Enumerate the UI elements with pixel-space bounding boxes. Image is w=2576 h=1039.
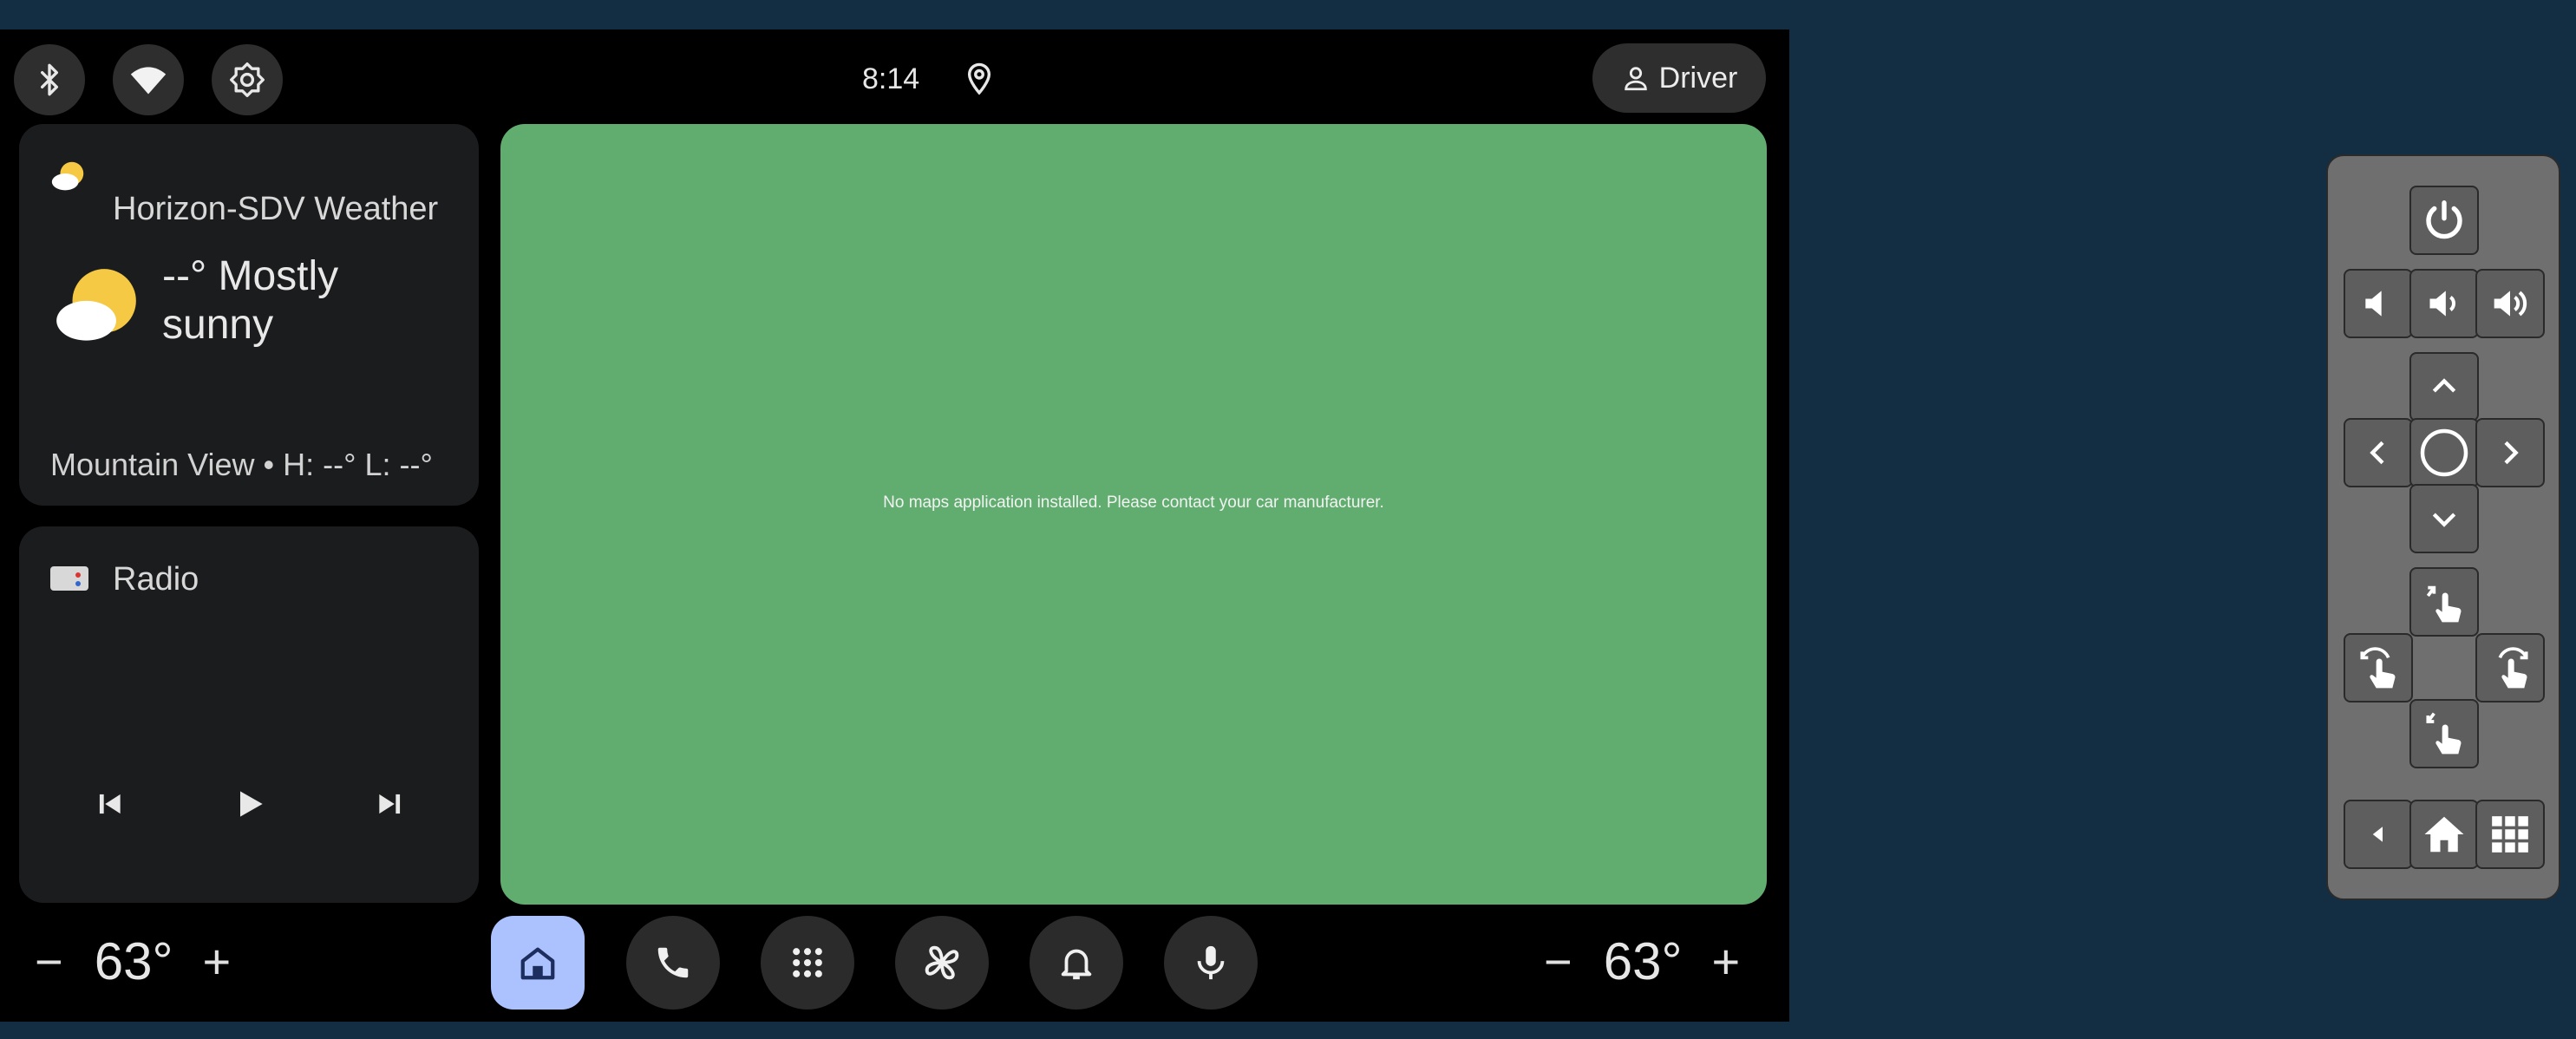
rotate-left-button[interactable] (2344, 633, 2413, 702)
weather-app-icon (51, 161, 84, 191)
back-triangle-icon (2372, 827, 2383, 842)
home-button[interactable] (2409, 800, 2479, 869)
rotate-left-icon (2360, 647, 2396, 689)
wifi-button[interactable] (113, 44, 184, 115)
weather-condition: --° Mostly sunny (162, 253, 339, 348)
skip-next-icon (379, 794, 401, 814)
swipe-down-icon (2426, 712, 2462, 755)
swipe-up-button[interactable] (2409, 567, 2479, 637)
back-button[interactable] (2344, 800, 2413, 869)
dpad-left-button[interactable] (2344, 418, 2413, 487)
map-message: No maps application installed. Please co… (883, 493, 1384, 512)
radio-icon (50, 566, 88, 591)
chevron-right-icon (2504, 441, 2519, 465)
chevron-down-icon (2432, 513, 2456, 527)
profile-label: Driver (1658, 61, 1738, 95)
dpad-down-button[interactable] (2409, 484, 2479, 553)
home-icon (2424, 816, 2464, 853)
phone-icon (657, 947, 689, 978)
location-pin-icon (967, 62, 991, 95)
radio-card[interactable]: Radio (19, 526, 479, 903)
swipe-up-icon (2426, 585, 2462, 623)
power-button[interactable] (2409, 186, 2479, 255)
bell-icon (1061, 949, 1092, 980)
right-temp-decrease-button[interactable]: − (1544, 933, 1572, 990)
speaker-icon (2365, 291, 2382, 317)
power-icon (2426, 200, 2462, 239)
volume-mute-button[interactable] (2344, 269, 2413, 338)
dock-notifications-button[interactable] (1030, 916, 1123, 1010)
dock-apps-button[interactable] (761, 916, 854, 1010)
play-button[interactable] (224, 778, 276, 830)
volume-up-button[interactable] (2475, 269, 2545, 338)
map-panel[interactable]: No maps application installed. Please co… (500, 124, 1767, 905)
dock-voice-button[interactable] (1164, 916, 1258, 1010)
left-temp-decrease-button[interactable]: − (35, 933, 63, 990)
dock-home-button[interactable] (491, 916, 585, 1010)
rotate-right-button[interactable] (2475, 633, 2545, 702)
brightness-icon (230, 62, 265, 97)
chevron-left-icon (2370, 441, 2384, 465)
play-icon (240, 791, 263, 817)
profile-button[interactable]: Driver (1592, 43, 1766, 113)
app-grid-icon (2492, 816, 2528, 853)
home-icon (520, 947, 555, 980)
right-climate-control: − 63° + (1544, 931, 1740, 991)
partly-sunny-icon (56, 269, 136, 341)
skip-previous-button[interactable] (83, 778, 135, 830)
circle-icon (2420, 428, 2468, 477)
brightness-button[interactable] (212, 44, 283, 115)
app-grid-icon (793, 948, 822, 977)
left-temp-increase-button[interactable]: + (202, 933, 231, 990)
volume-down-button[interactable] (2409, 269, 2479, 338)
right-temp-value: 63° (1603, 932, 1683, 990)
emulator-remote (2326, 154, 2560, 900)
left-temp-value: 63° (94, 932, 173, 990)
dock-phone-button[interactable] (626, 916, 720, 1010)
apps-button[interactable] (2475, 800, 2545, 869)
right-temp-increase-button[interactable]: + (1711, 933, 1740, 990)
person-icon (1624, 67, 1647, 91)
volume-up-icon (2494, 291, 2527, 317)
skip-previous-icon (99, 794, 121, 814)
swipe-down-button[interactable] (2409, 699, 2479, 768)
wifi-icon (130, 67, 167, 95)
weather-card[interactable]: Horizon-SDV Weather --° Mostly sunny Mou… (19, 124, 479, 506)
weather-location: Mountain View • H: --° L: --° (50, 447, 433, 482)
clock: 8:14 (862, 62, 920, 95)
skip-next-button[interactable] (364, 778, 416, 830)
microphone-icon (1197, 945, 1225, 980)
dock-fan-button[interactable] (895, 916, 989, 1010)
chevron-up-icon (2432, 378, 2456, 393)
bluetooth-icon (41, 63, 59, 96)
dpad-up-button[interactable] (2409, 352, 2479, 421)
radio-card-title: Radio (113, 561, 199, 598)
bluetooth-button[interactable] (14, 44, 85, 115)
rotate-right-icon (2498, 647, 2528, 689)
weather-card-title: Horizon-SDV Weather (113, 191, 439, 227)
dpad-select-button[interactable] (2409, 418, 2479, 487)
car-display: 8:14 Driver Horizon-SDV Weather --° Most… (0, 29, 1789, 1022)
dpad-right-button[interactable] (2475, 418, 2545, 487)
volume-down-icon (2429, 291, 2455, 317)
fan-icon (925, 945, 959, 980)
left-climate-control: − 63° + (35, 931, 231, 991)
